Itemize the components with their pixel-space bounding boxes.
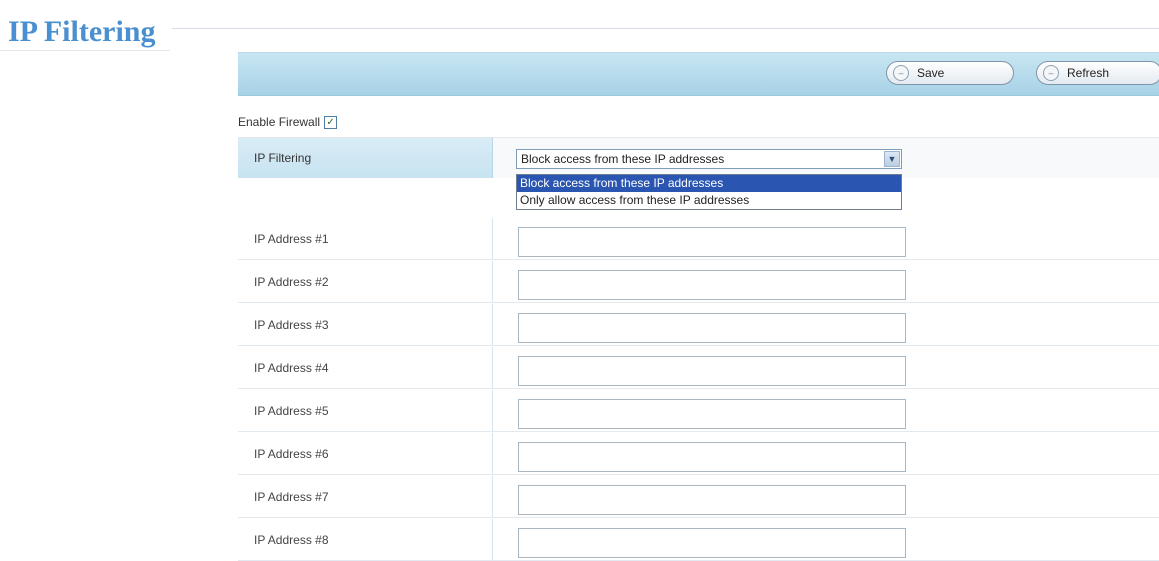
ip-filtering-label: IP Filtering [238, 138, 493, 178]
ip-address-row: IP Address #4 [238, 347, 1159, 389]
ip-address-label: IP Address #5 [238, 390, 493, 431]
ip-address-label: IP Address #4 [238, 347, 493, 388]
enable-firewall-label: Enable Firewall [238, 115, 321, 129]
refresh-label: Refresh [1067, 66, 1110, 80]
ip-filtering-dropdown: Block access from these IP addresses Onl… [516, 174, 902, 210]
ip-address-input-2[interactable] [518, 270, 906, 300]
left-divider [0, 50, 170, 51]
ip-address-input-6[interactable] [518, 442, 906, 472]
chevron-down-icon[interactable]: ▼ [884, 151, 900, 167]
ip-filtering-selected: Block access from these IP addresses [521, 152, 725, 166]
enable-firewall-row: Enable Firewall ✓ [238, 112, 338, 132]
ip-address-input-5[interactable] [518, 399, 906, 429]
save-button[interactable]: – Save [886, 61, 1014, 85]
ip-address-label: IP Address #8 [238, 519, 493, 560]
ip-address-row: IP Address #6 [238, 433, 1159, 475]
toolbar: – Save – Refresh [238, 52, 1159, 96]
ip-address-input-8[interactable] [518, 528, 906, 558]
ip-address-label: IP Address #6 [238, 433, 493, 474]
ip-address-label: IP Address #1 [238, 218, 493, 259]
ip-address-label: IP Address #2 [238, 261, 493, 302]
ip-address-label: IP Address #7 [238, 476, 493, 517]
ip-address-input-1[interactable] [518, 227, 906, 257]
title-divider [172, 28, 1159, 29]
ip-address-input-3[interactable] [518, 313, 906, 343]
dropdown-option-block[interactable]: Block access from these IP addresses [517, 175, 901, 192]
save-label: Save [917, 66, 945, 80]
ip-address-row: IP Address #3 [238, 304, 1159, 346]
ip-address-row: IP Address #5 [238, 390, 1159, 432]
enable-firewall-checkbox[interactable]: ✓ [324, 115, 338, 129]
ip-address-label: IP Address #3 [238, 304, 493, 345]
ip-address-row: IP Address #1 [238, 218, 1159, 260]
ip-address-input-7[interactable] [518, 485, 906, 515]
ip-filtering-row: IP Filtering Block access from these IP … [238, 137, 1159, 178]
refresh-button[interactable]: – Refresh [1036, 61, 1159, 85]
ip-address-row: IP Address #7 [238, 476, 1159, 518]
ip-filtering-select[interactable]: Block access from these IP addresses ▼ [516, 149, 902, 169]
ip-address-row: IP Address #2 [238, 261, 1159, 303]
refresh-icon: – [1043, 65, 1059, 81]
dropdown-option-allow[interactable]: Only allow access from these IP addresse… [517, 192, 901, 209]
ip-address-input-4[interactable] [518, 356, 906, 386]
save-icon: – [893, 65, 909, 81]
page-title: IP Filtering [8, 15, 156, 48]
settings-panel: – Save – Refresh Enable Firewall ✓ IP Fi… [238, 52, 1159, 561]
